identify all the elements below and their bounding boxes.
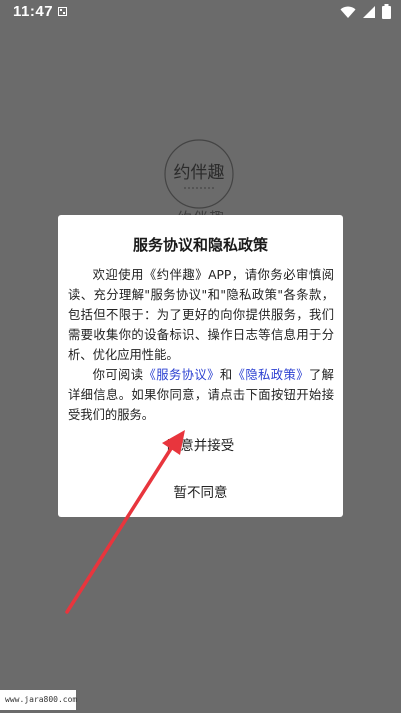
disagree-button[interactable]: 暂不同意	[58, 477, 343, 505]
links-prefix: 你可阅读	[92, 368, 144, 382]
links-and: 和	[219, 368, 233, 382]
privacy-policy-link[interactable]: 《隐私政策》	[233, 368, 309, 382]
dialog-body: 欢迎使用《约伴趣》APP，请你务必审慎阅读、充分理解"服务协议"和"隐私政策"各…	[68, 265, 334, 425]
status-time: 11:47	[13, 3, 54, 20]
service-agreement-link[interactable]: 《服务协议》	[144, 368, 220, 382]
dialog-title: 服务协议和隐私政策	[132, 236, 268, 254]
status-bar: 11:47	[0, 0, 401, 26]
watermark: www.jara800.com	[0, 690, 77, 710]
agree-button[interactable]: 同意并接受	[58, 430, 343, 458]
dialog-paragraph-links: 你可阅读《服务协议》和《隐私政策》了解详细信息。如果你同意，请点击下面按钮开始接…	[68, 365, 334, 425]
app-logo: 约伴趣	[164, 139, 234, 209]
signal-icon	[363, 5, 375, 18]
dialog-paragraph-intro: 欢迎使用《约伴趣》APP，请你务必审慎阅读、充分理解"服务协议"和"隐私政策"各…	[68, 268, 334, 362]
notification-icon	[58, 7, 67, 16]
privacy-dialog: 服务协议和隐私政策 欢迎使用《约伴趣》APP，请你务必审慎阅读、充分理解"服务协…	[58, 215, 343, 517]
wifi-icon	[340, 6, 356, 18]
status-icons	[340, 4, 391, 19]
svg-text:约伴趣: 约伴趣	[174, 163, 225, 183]
battery-icon	[382, 4, 391, 19]
